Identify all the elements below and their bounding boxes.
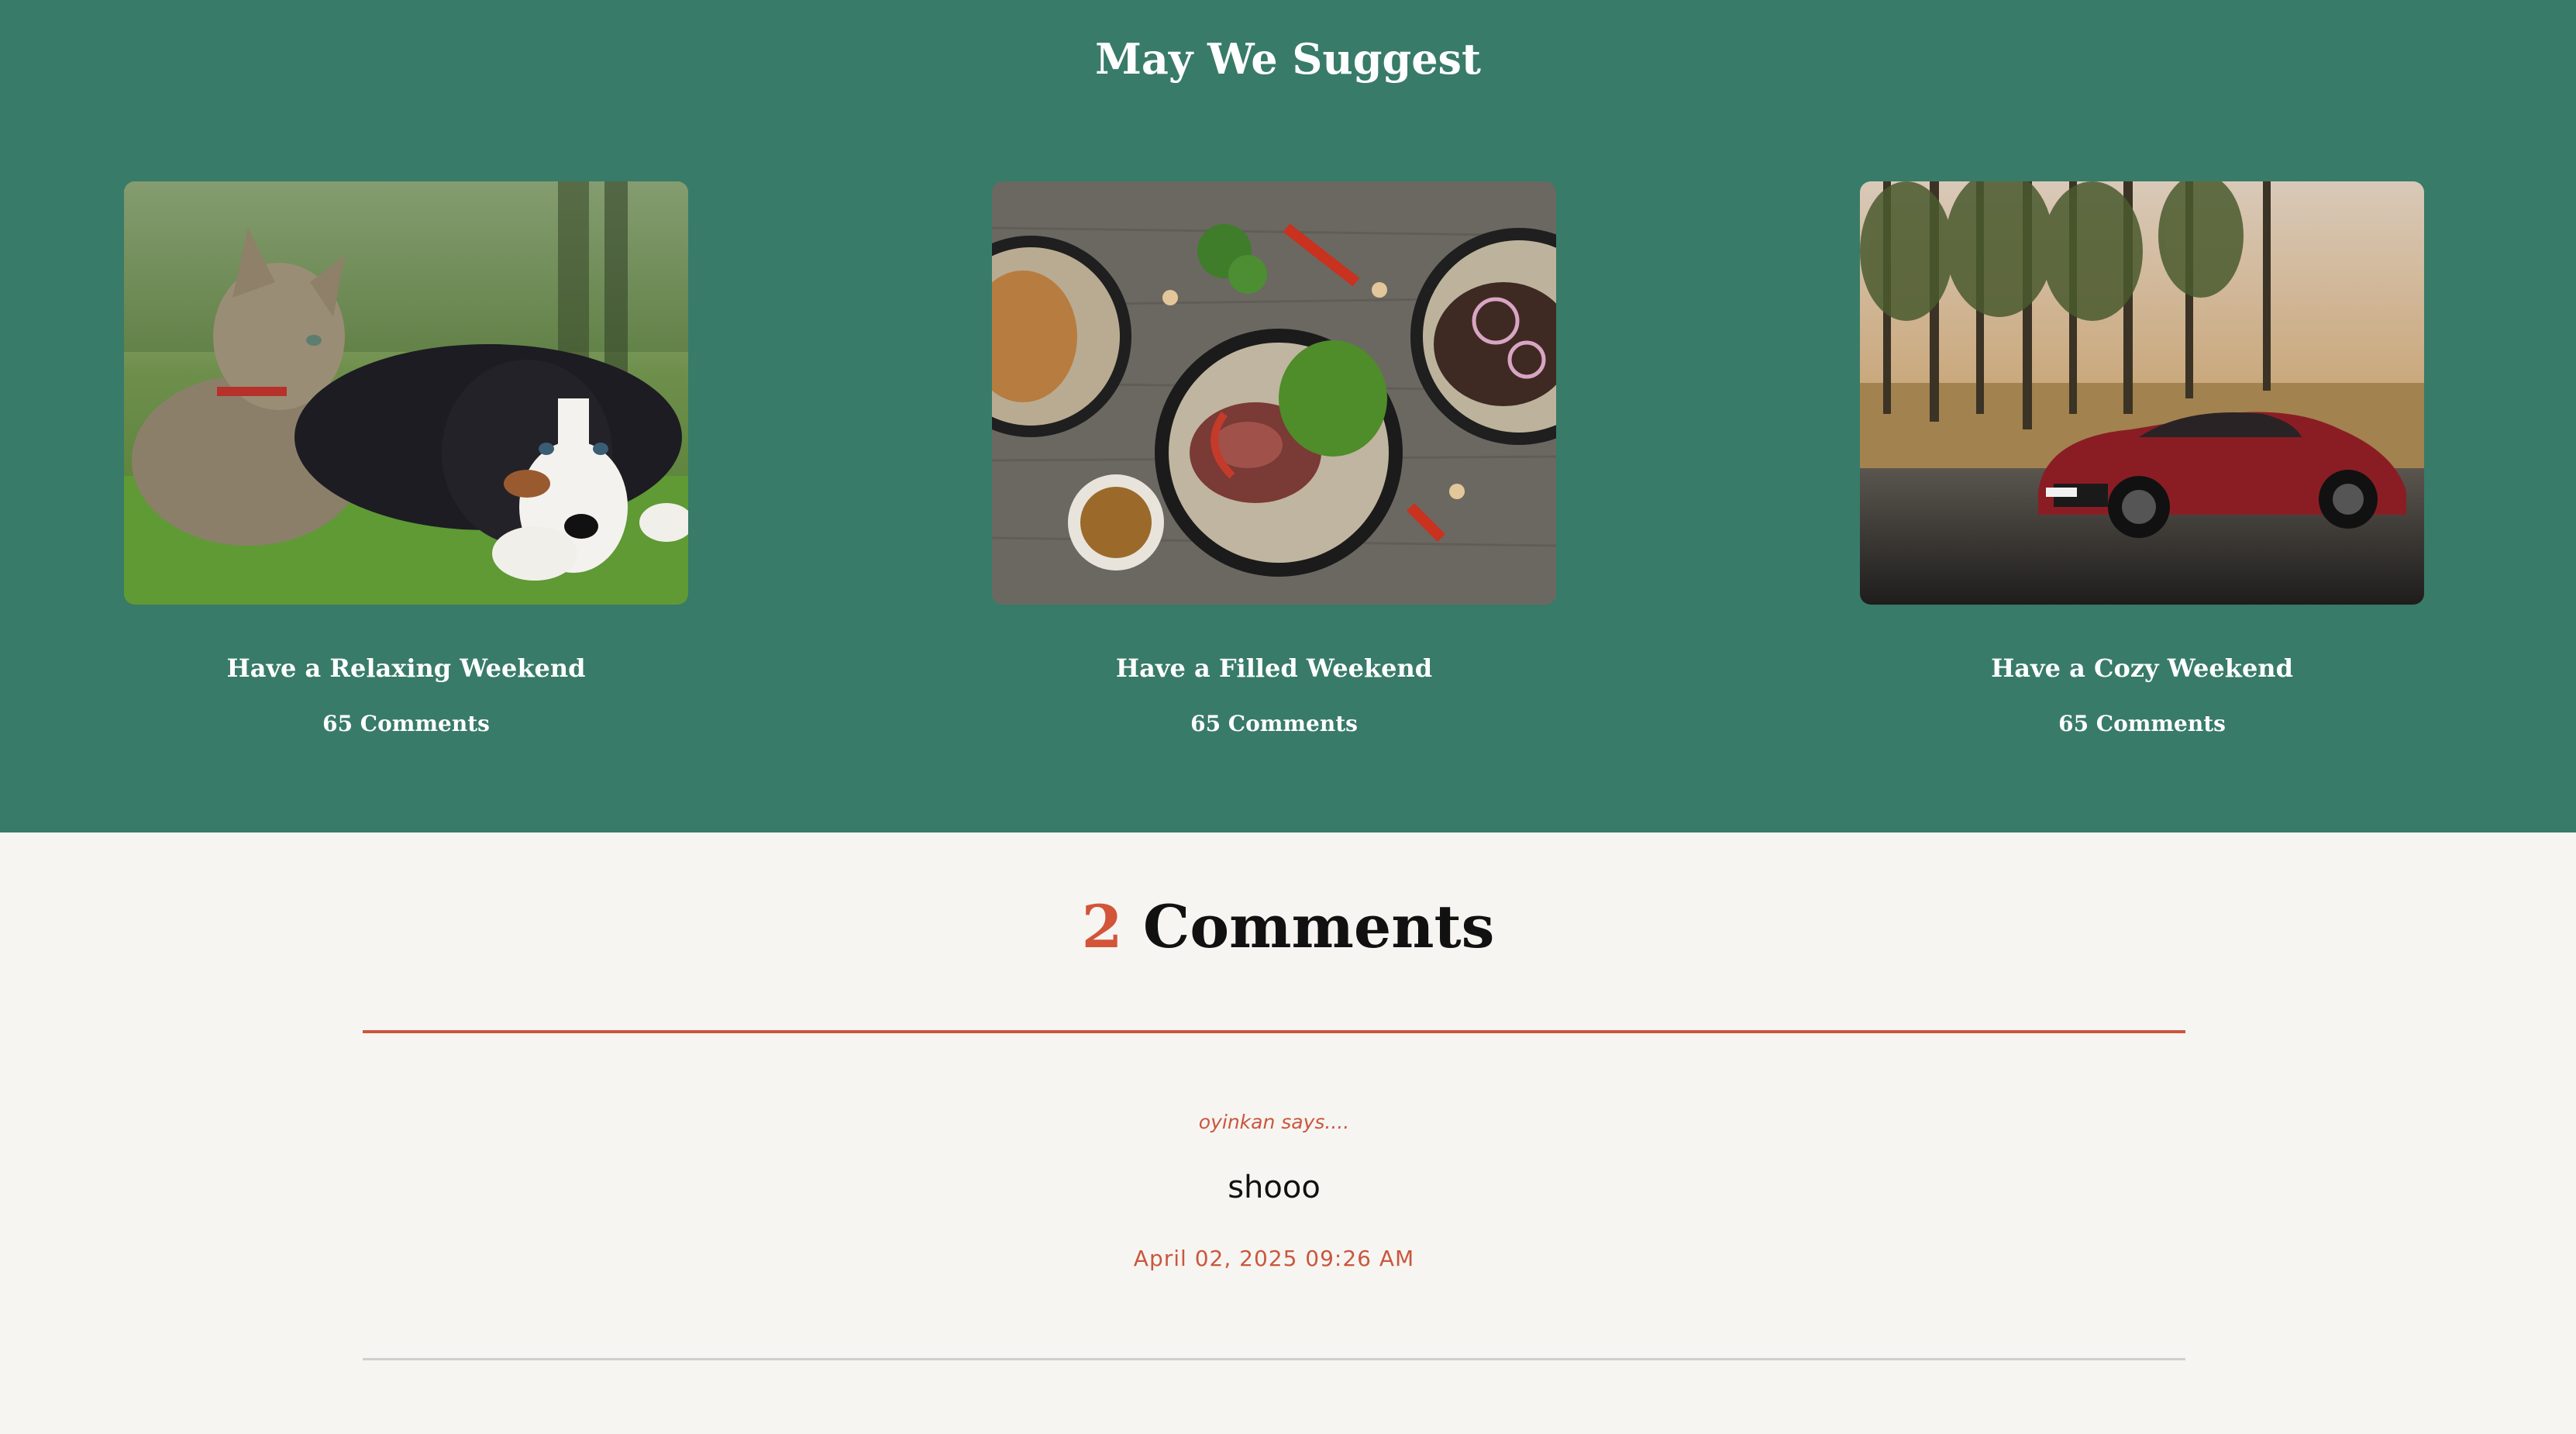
cat-and-puppy-image[interactable] [124,181,688,605]
comment-divider [363,1358,2185,1360]
comments-heading: 2 Comments [0,888,2576,966]
suggest-card[interactable]: Have a Cozy Weekend 65 Comments [1860,181,2424,738]
suggest-section: May We Suggest Have a Relaxing Weekend 6… [0,0,2576,832]
card-title[interactable]: Have a Cozy Weekend [1860,651,2424,685]
suggest-card[interactable]: Have a Filled Weekend 65 Comments [992,181,1556,738]
card-comments-count: 65 Comments [1190,711,1358,736]
comments-divider [363,1030,2185,1033]
comment-body: shooo [1228,1170,1321,1205]
card-comments-count: 65 Comments [322,711,490,736]
card-comments-count: 65 Comments [2058,711,2226,736]
suggest-card[interactable]: Have a Relaxing Weekend 65 Comments [124,181,688,738]
food-plates-image[interactable] [992,181,1556,605]
comment-item: oyinkan says.... shooo April 02, 2025 09… [363,1101,2185,1274]
card-title[interactable]: Have a Relaxing Weekend [124,651,688,685]
suggest-title: May We Suggest [1095,34,1481,84]
comments-count: 2 [1081,892,1123,961]
card-title[interactable]: Have a Filled Weekend [992,651,1556,685]
comments-label: Comments [1142,892,1495,961]
comment-date: April 02, 2025 09:26 AM [1133,1246,1415,1271]
red-sports-car-image[interactable] [1860,181,2424,605]
comment-author: oyinkan says.... [1198,1111,1350,1133]
